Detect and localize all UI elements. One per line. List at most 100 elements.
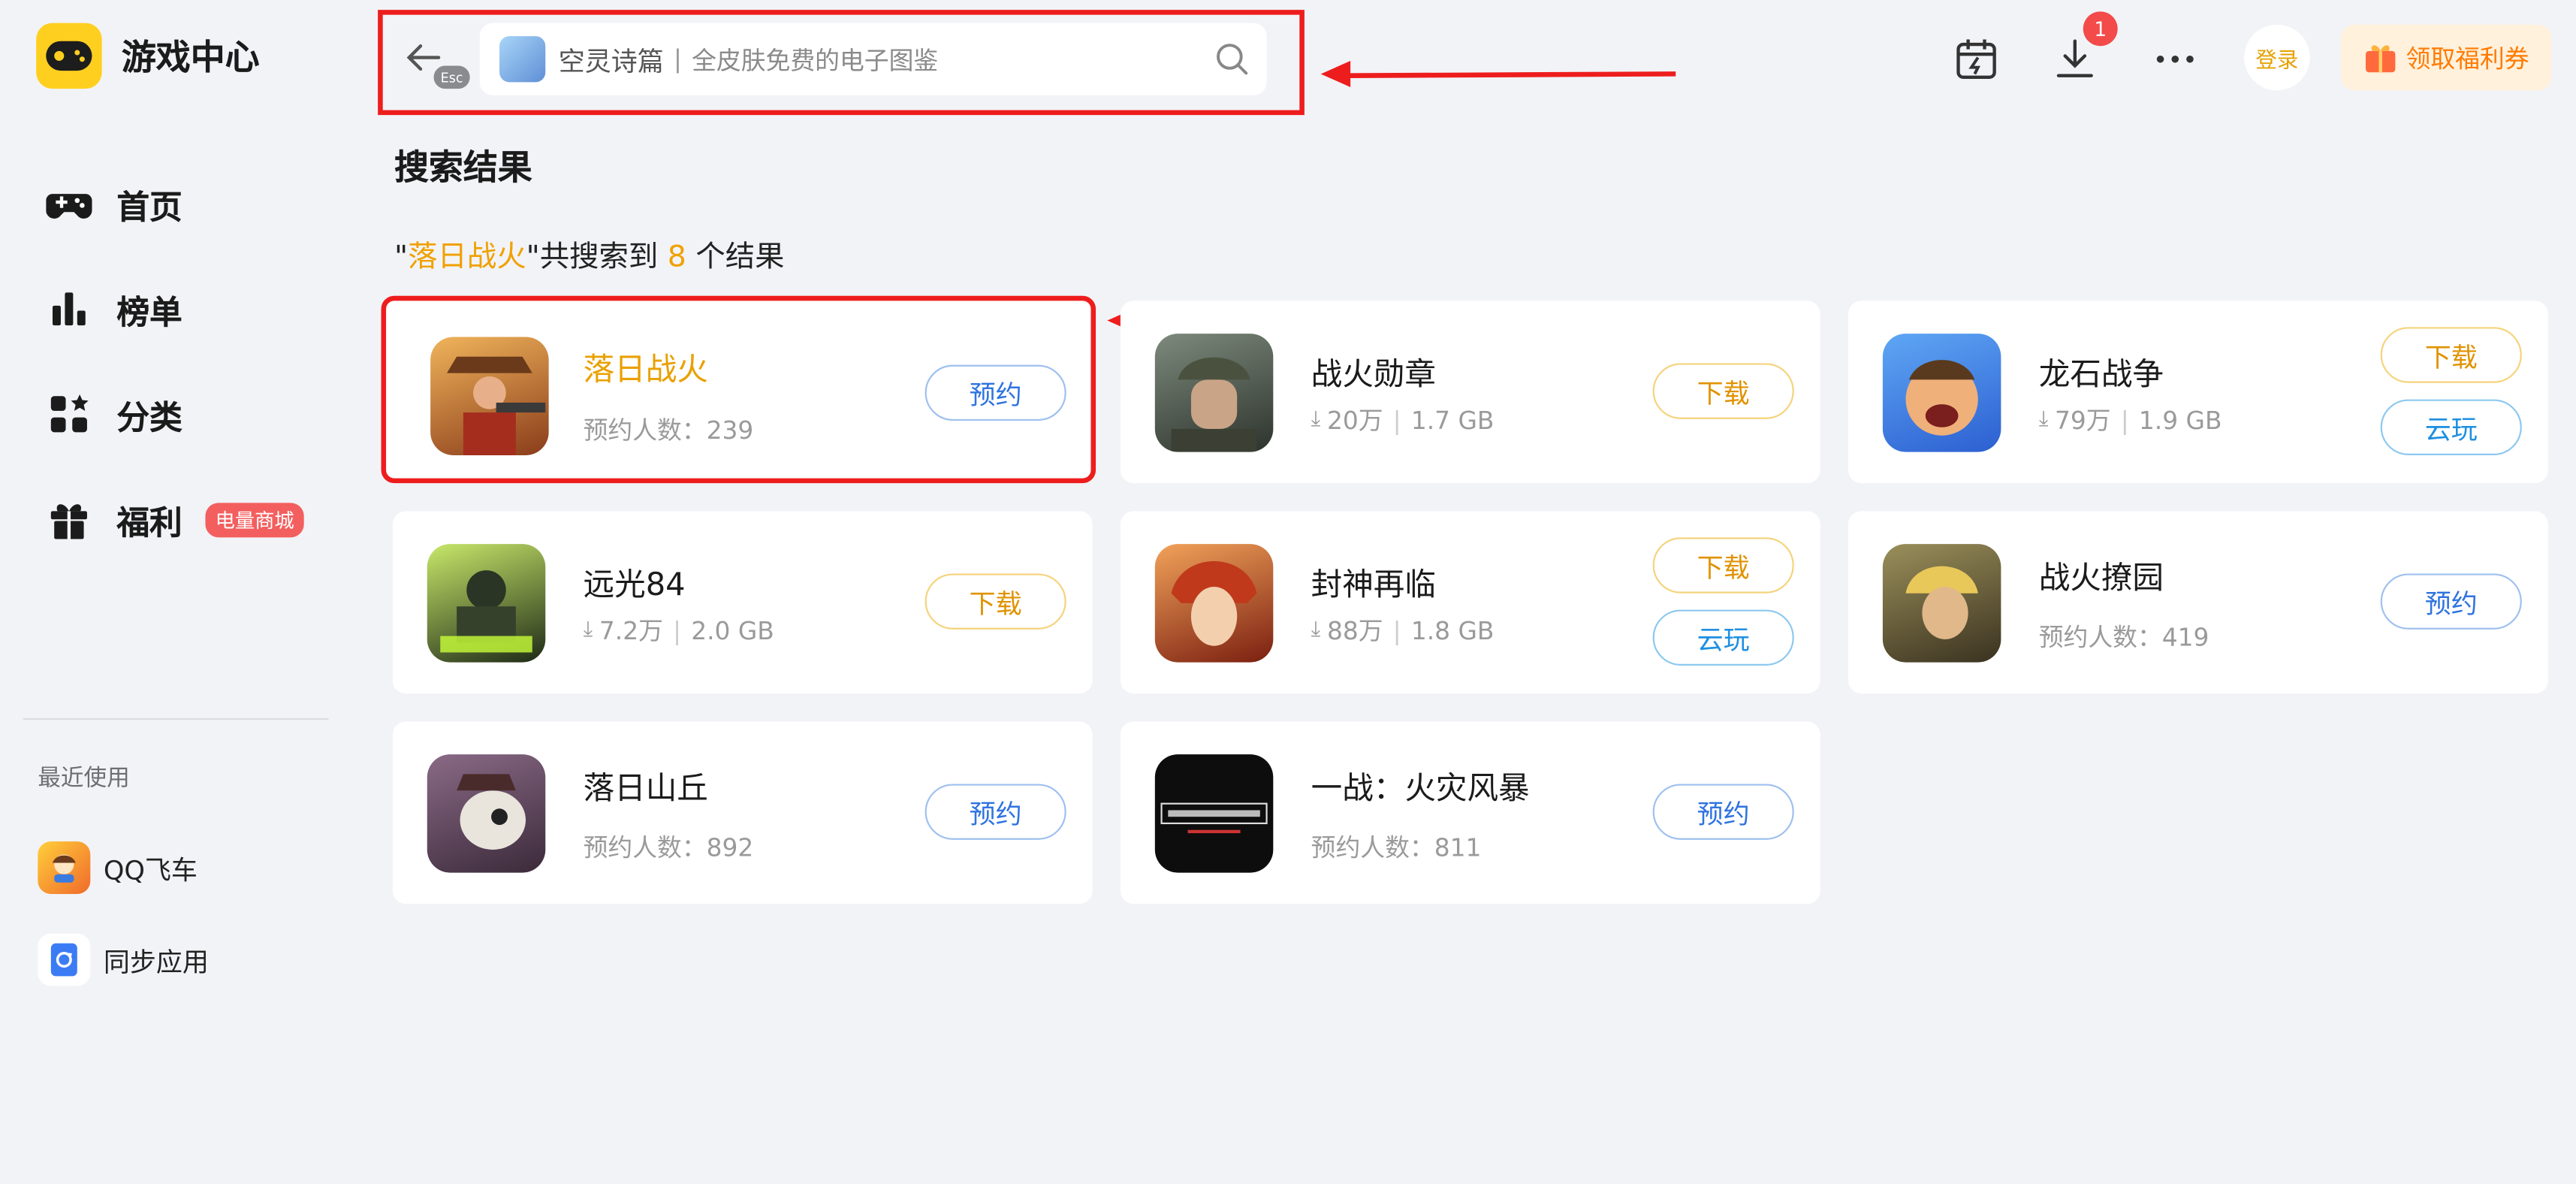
search-game-title: 空灵诗篇 [558, 46, 664, 77]
calendar-icon[interactable] [1947, 29, 2006, 89]
download-button[interactable]: 下载 [1652, 363, 1794, 419]
category-icon [46, 391, 92, 437]
game-icon [1154, 544, 1274, 663]
game-size: 1.8 GB [1410, 615, 1495, 645]
recent-item-qq-speed[interactable]: QQ飞车 [38, 822, 209, 914]
search-game-thumbnail [499, 36, 546, 83]
game-size: 2.0 GB [691, 615, 774, 645]
search-separator: | [673, 44, 682, 74]
game-title: 远光84 [583, 566, 686, 603]
game-stats: ⤓ 20万 | 1.7 GB [1311, 403, 1495, 437]
game-title: 战火勋章 [1311, 356, 1436, 393]
quote-open: " [394, 240, 409, 275]
game-icon [1154, 754, 1274, 873]
game-title: 战火撩园 [2038, 560, 2164, 597]
search-icon[interactable] [1214, 41, 1250, 77]
annotation-arrow-line [1347, 71, 1676, 78]
brand[interactable]: 游戏中心 [36, 23, 260, 89]
app-title: 游戏中心 [121, 38, 260, 77]
sidebar-item-label: 首页 [116, 186, 182, 226]
search-query: 落日战火 [408, 240, 526, 275]
game-card[interactable]: 落日山丘 预约人数：892 预约 [392, 721, 1093, 905]
cloud-play-button[interactable]: 云玩 [2380, 399, 2522, 455]
claim-coupon-button[interactable]: 领取福利券 [2341, 24, 2552, 91]
stats-separator: | [1392, 615, 1401, 645]
cloud-play-button[interactable]: 云玩 [1652, 609, 1794, 666]
sync-app-icon [38, 933, 91, 986]
game-card[interactable]: 战火勋章 ⤓ 20万 | 1.7 GB 下载 [1120, 301, 1820, 484]
download-small-icon: ⤓ [583, 618, 593, 643]
sidebar-item-label: 分类 [116, 397, 182, 436]
game-center-logo-icon [36, 23, 102, 89]
download-button[interactable]: 下载 [1652, 537, 1794, 594]
result-count: 8 [667, 240, 686, 275]
login-button[interactable]: 登录 [2244, 24, 2310, 91]
reserve-button[interactable]: 预约 [925, 364, 1066, 421]
qq-speed-icon [38, 841, 91, 894]
recent-item-sync-app[interactable]: 同步应用 [38, 914, 209, 1006]
sidebar-item-label: 福利 [116, 502, 182, 542]
reserve-button[interactable]: 预约 [2380, 573, 2522, 630]
result-suffix: 个结果 [686, 240, 785, 275]
game-card[interactable]: 远光84 ⤓ 7.2万 | 2.0 GB 下载 [392, 511, 1093, 694]
game-size: 1.7 GB [1410, 405, 1495, 435]
download-count: 7.2万 [599, 616, 663, 646]
esc-key-badge: Esc [433, 65, 470, 89]
reservation-count: 预约人数：811 [1311, 833, 1482, 863]
download-button[interactable]: 下载 [925, 573, 1066, 630]
game-icon [430, 337, 549, 455]
download-count: 20万 [1326, 406, 1383, 436]
sidebar-item-ranking[interactable]: 榜单 [46, 256, 303, 361]
game-title: 落日战火 [583, 352, 708, 388]
more-icon[interactable] [2146, 29, 2205, 89]
reservation-count: 预约人数：419 [2038, 623, 2210, 653]
claim-coupon-label: 领取福利券 [2406, 43, 2529, 74]
gamepad-icon [46, 181, 92, 227]
stats-separator: | [2120, 405, 2129, 435]
sidebar-item-home[interactable]: 首页 [46, 151, 303, 256]
result-prefix: 共搜索到 [539, 240, 668, 275]
annotation-arrow-head [1320, 60, 1351, 87]
game-title: 落日山丘 [583, 770, 708, 808]
game-icon [427, 754, 546, 873]
sidebar-item-label: 榜单 [116, 291, 182, 331]
game-stats: ⤓ 88万 | 1.8 GB [1311, 613, 1495, 648]
game-card[interactable]: 战火撩园 预约人数：419 预约 [1848, 511, 2548, 694]
chart-icon [46, 286, 92, 332]
game-stats: ⤓ 79万 | 1.9 GB [2039, 403, 2222, 437]
download-count-badge: 1 [2083, 11, 2118, 47]
download-count: 79万 [2055, 406, 2111, 436]
stats-separator: | [673, 615, 682, 645]
game-card[interactable]: 封神再临 ⤓ 88万 | 1.8 GB 下载 云玩 [1120, 511, 1820, 694]
game-card[interactable]: 一战：火灾风暴 预约人数：811 预约 [1120, 721, 1820, 905]
stats-separator: | [1392, 405, 1401, 435]
search-input[interactable]: 空灵诗篇 | 全皮肤免费的电子图鉴 [479, 23, 1267, 95]
recent-label: 同步应用 [103, 947, 209, 978]
download-button[interactable]: 下载 [2380, 327, 2522, 383]
game-icon [1154, 334, 1274, 452]
reserve-button[interactable]: 预约 [1652, 784, 1794, 840]
download-small-icon: ⤓ [1311, 407, 1321, 433]
game-stats: ⤓ 7.2万 | 2.0 GB [584, 613, 774, 648]
game-icon [1882, 544, 2001, 663]
reserve-button[interactable]: 预约 [925, 784, 1066, 840]
game-title: 封神再临 [1311, 566, 1436, 603]
recent-title: 最近使用 [38, 766, 130, 793]
recent-list: QQ飞车 同步应用 [38, 822, 209, 1006]
download-count: 88万 [1326, 616, 1383, 646]
sidebar-item-welfare[interactable]: 福利 电量商城 [46, 467, 304, 572]
game-size: 1.9 GB [2138, 405, 2222, 435]
game-title: 龙石战争 [2038, 356, 2164, 393]
reservation-count: 预约人数：239 [583, 415, 754, 446]
game-icon [427, 544, 546, 663]
game-card[interactable]: 落日战火 预约人数：239 预约 [381, 295, 1096, 484]
result-summary: "落日战火"共搜索到 8 个结果 [394, 234, 784, 276]
game-icon [1882, 334, 2001, 452]
sidebar-divider [23, 717, 329, 720]
coupon-gift-icon [2363, 40, 2400, 76]
sidebar-item-category[interactable]: 分类 [46, 361, 303, 467]
recent-label: QQ飞车 [103, 854, 198, 886]
download-small-icon: ⤓ [2038, 407, 2049, 433]
power-mall-badge: 电量商城 [205, 502, 304, 537]
game-card[interactable]: 龙石战争 ⤓ 79万 | 1.9 GB 下载 云玩 [1848, 301, 2548, 484]
